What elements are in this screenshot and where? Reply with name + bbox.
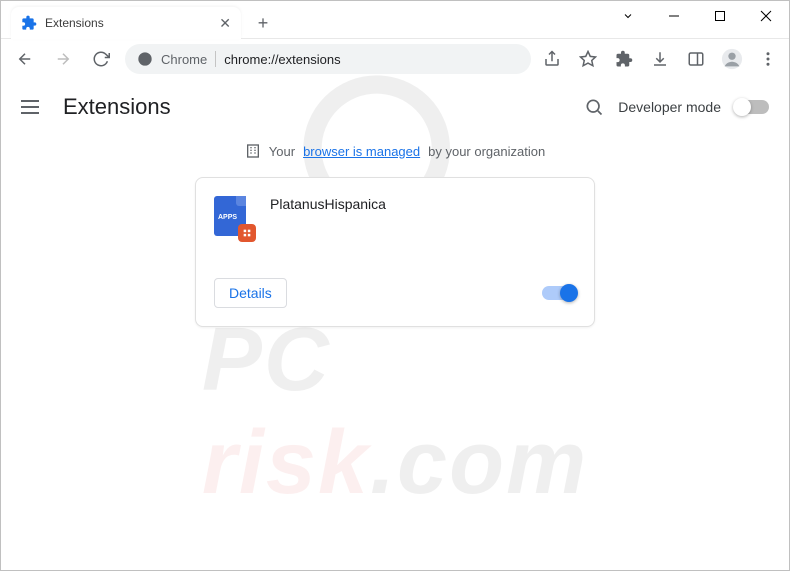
maximize-button[interactable] xyxy=(697,1,743,31)
watermark-text: PC risk.com xyxy=(202,309,588,515)
managed-text-suffix: by your organization xyxy=(428,144,545,159)
extensions-puzzle-icon[interactable] xyxy=(613,48,635,70)
share-icon[interactable] xyxy=(541,48,563,70)
profile-avatar-icon[interactable] xyxy=(721,48,743,70)
window-controls xyxy=(605,1,789,31)
tab-title: Extensions xyxy=(45,16,211,30)
chrome-icon xyxy=(137,51,153,67)
extensions-header: Extensions Developer mode xyxy=(1,79,789,135)
extension-app-icon: APPS xyxy=(214,196,252,238)
browser-toolbar: Chrome chrome://extensions xyxy=(1,39,789,79)
close-button[interactable] xyxy=(743,1,789,31)
address-bar[interactable]: Chrome chrome://extensions xyxy=(125,44,531,74)
managed-banner: Your browser is managed by your organiza… xyxy=(1,143,789,159)
download-icon[interactable] xyxy=(649,48,671,70)
minimize-button[interactable] xyxy=(651,1,697,31)
window-titlebar: Extensions ✕ + xyxy=(1,1,789,39)
bookmark-star-icon[interactable] xyxy=(577,48,599,70)
managed-text-prefix: Your xyxy=(269,144,295,159)
menu-dots-icon[interactable] xyxy=(757,48,779,70)
forward-button[interactable] xyxy=(49,45,77,73)
tab-close-button[interactable]: ✕ xyxy=(219,15,231,32)
reload-button[interactable] xyxy=(87,45,115,73)
details-button[interactable]: Details xyxy=(214,278,287,308)
back-button[interactable] xyxy=(11,45,39,73)
extension-puzzle-icon xyxy=(21,15,37,31)
browser-tab[interactable]: Extensions ✕ xyxy=(11,7,241,39)
developer-mode-toggle[interactable] xyxy=(735,100,769,114)
extension-card: APPS PlatanusHispanica Details xyxy=(195,177,595,327)
chevron-down-icon[interactable] xyxy=(605,1,651,31)
side-panel-icon[interactable] xyxy=(685,48,707,70)
omnibox-divider xyxy=(215,51,216,67)
hamburger-menu-icon[interactable] xyxy=(21,95,45,119)
page-title: Extensions xyxy=(63,94,171,120)
developer-mode-label: Developer mode xyxy=(618,99,721,115)
search-icon[interactable] xyxy=(584,97,604,117)
managed-link[interactable]: browser is managed xyxy=(303,144,420,159)
extension-name: PlatanusHispanica xyxy=(270,196,386,238)
extension-enable-toggle[interactable] xyxy=(542,286,576,300)
building-icon xyxy=(245,143,261,159)
omnibox-url: chrome://extensions xyxy=(224,52,340,67)
omnibox-origin: Chrome xyxy=(161,52,207,67)
new-tab-button[interactable]: + xyxy=(249,9,277,37)
